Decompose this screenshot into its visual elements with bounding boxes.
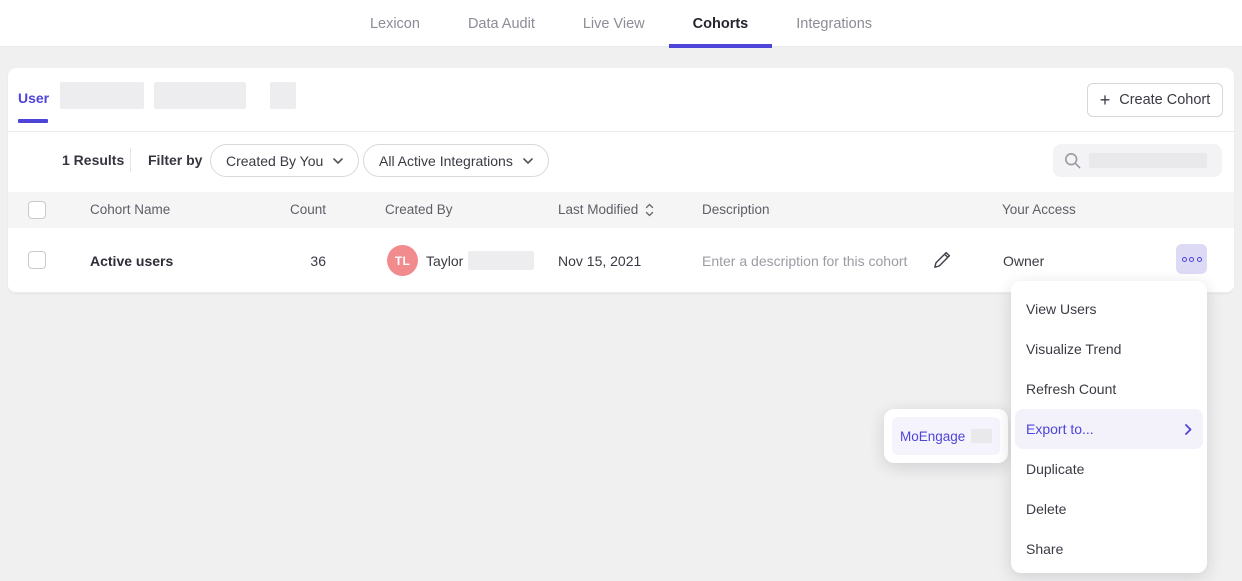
search-icon [1064,152,1081,169]
tab-label: Cohorts [693,16,749,32]
redacted-tab [154,82,246,109]
search-input[interactable] [1053,144,1222,177]
tab-integrations[interactable]: Integrations [772,0,896,47]
row-actions-button[interactable] [1176,244,1207,274]
menu-item-label: Export to... [1026,421,1094,437]
chevron-down-icon [523,158,533,164]
column-header-created-by: Created By [385,202,453,217]
redacted-last-name [468,251,534,270]
column-header-description: Description [702,202,770,217]
submenu-item-moengage[interactable]: MoEngage [892,417,1000,455]
cohort-name-cell[interactable]: Active users [90,253,173,269]
redacted-text [971,429,992,443]
dropdown-value: All Active Integrations [379,153,513,169]
menu-item-share[interactable]: Share [1011,529,1207,569]
menu-item-view-users[interactable]: View Users [1011,289,1207,329]
active-tab-underline [669,44,773,48]
tab-live-view[interactable]: Live View [559,0,669,47]
ellipsis-icon [1197,257,1202,262]
description-field[interactable] [702,250,926,272]
filter-by-label: Filter by [148,152,202,168]
menu-item-label: Delete [1026,501,1066,517]
top-nav: Lexicon Data Audit Live View Cohorts Int… [0,0,1242,47]
chevron-down-icon [333,158,343,164]
row-checkbox[interactable] [28,251,46,269]
tab-label: Integrations [796,16,872,32]
menu-item-refresh-count[interactable]: Refresh Count [1011,369,1207,409]
plus-icon: + [1100,91,1111,109]
ellipsis-icon [1182,257,1187,262]
column-header-cohort-name: Cohort Name [90,202,170,217]
cohorts-page: Lexicon Data Audit Live View Cohorts Int… [0,0,1242,581]
count-cell: 36 [258,253,326,269]
menu-item-delete[interactable]: Delete [1011,489,1207,529]
tab-label: Data Audit [468,16,535,32]
divider [130,148,131,172]
export-submenu: MoEngage [884,409,1008,463]
tab-user[interactable]: User [18,90,49,106]
created-by-dropdown[interactable]: Created By You [210,144,359,177]
pencil-icon [932,250,952,270]
menu-item-export-to[interactable]: Export to... [1015,409,1203,449]
tab-label: Lexicon [370,16,420,32]
create-cohort-label: Create Cohort [1119,92,1210,108]
create-cohort-button[interactable]: + Create Cohort [1087,83,1223,117]
tab-lexicon[interactable]: Lexicon [346,0,444,47]
menu-item-visualize-trend[interactable]: Visualize Trend [1011,329,1207,369]
column-header-last-modified[interactable]: Last Modified [558,202,654,217]
column-header-count: Count [258,202,326,217]
last-modified-cell: Nov 15, 2021 [558,253,641,269]
cohorts-card: User + Create Cohort 1 Results Filter by… [8,68,1234,293]
sort-icon [645,203,654,217]
select-all-checkbox[interactable] [28,201,46,219]
chevron-right-icon [1185,424,1192,435]
menu-item-label: Refresh Count [1026,381,1116,397]
ellipsis-icon [1189,257,1194,262]
tab-data-audit[interactable]: Data Audit [444,0,559,47]
divider [8,131,1234,132]
menu-item-duplicate[interactable]: Duplicate [1011,449,1207,489]
menu-item-label: Share [1026,541,1063,557]
column-header-your-access: Your Access [1002,202,1076,217]
column-header-label: Last Modified [558,202,638,217]
redacted-tab [60,82,144,109]
redacted-search-text [1089,153,1207,168]
results-count: 1 Results [62,152,124,168]
active-integrations-dropdown[interactable]: All Active Integrations [363,144,549,177]
redacted-tab [270,82,296,109]
menu-item-label: Duplicate [1026,461,1084,477]
avatar: TL [387,245,418,276]
menu-item-label: Visualize Trend [1026,341,1121,357]
created-by-cell: Taylor [426,253,463,269]
tab-label: Live View [583,16,645,32]
user-tab-underline [18,119,48,123]
dropdown-value: Created By You [226,153,323,169]
menu-item-label: View Users [1026,301,1097,317]
tab-cohorts[interactable]: Cohorts [669,0,773,47]
edit-description-button[interactable] [930,248,954,272]
cohort-actions-menu: View Users Visualize Trend Refresh Count… [1011,281,1207,573]
your-access-cell: Owner [1003,253,1044,269]
table-header: Cohort Name Count Created By Last Modifi… [8,192,1234,228]
submenu-item-label: MoEngage [900,429,965,444]
